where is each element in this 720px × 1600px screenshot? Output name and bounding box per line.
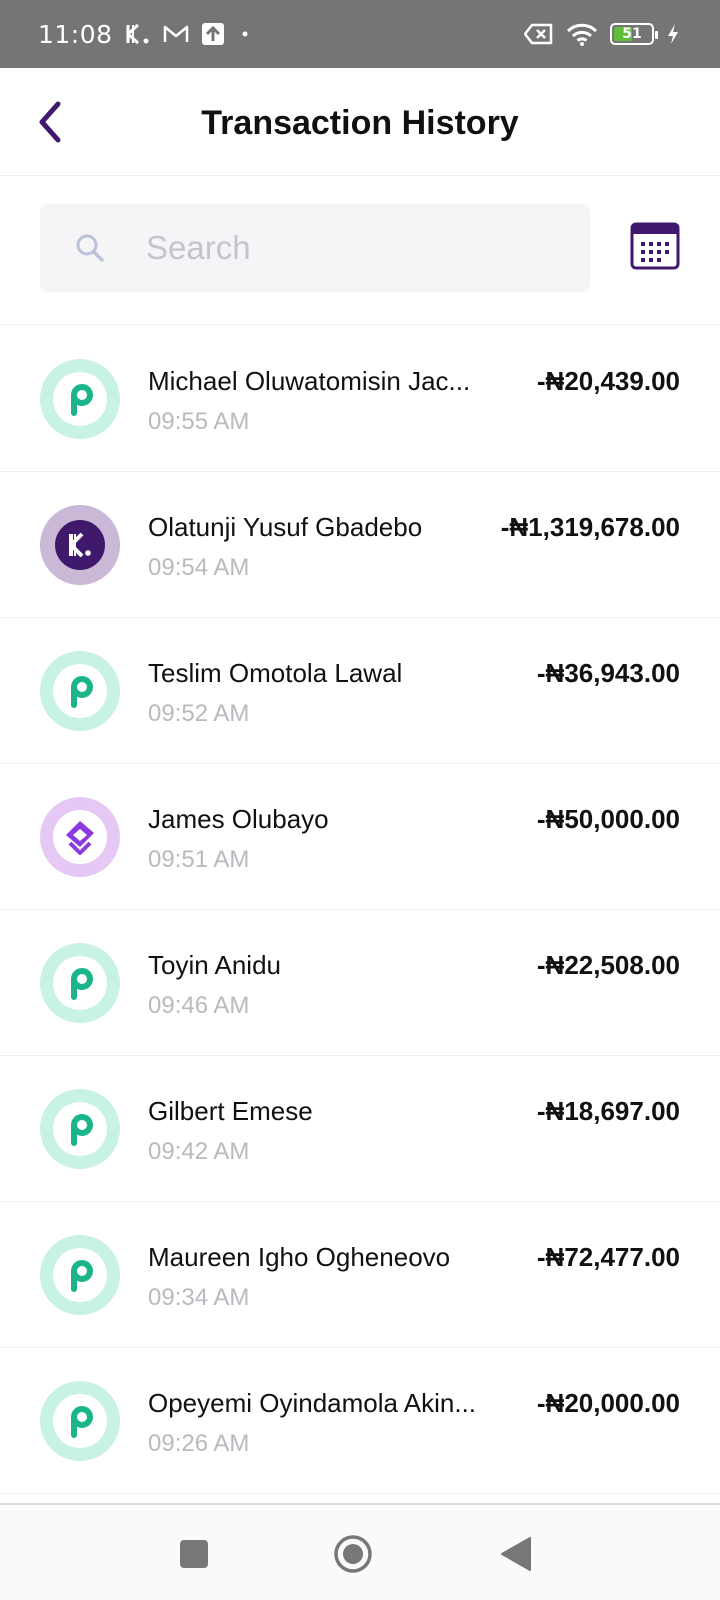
circle-icon	[334, 1535, 372, 1573]
search-input[interactable]	[146, 204, 566, 292]
transaction-time: 09:55 AM	[148, 408, 250, 435]
charging-icon	[666, 23, 680, 45]
transaction-name: Teslim Omotola Lawal	[148, 658, 403, 688]
gmail-icon	[163, 24, 189, 44]
transaction-row[interactable]: Opeyemi Oyindamola Akin... 09:26 AM -₦20,0…	[0, 1348, 720, 1494]
transaction-name: Michael Oluwatomisin Jac...	[148, 366, 471, 396]
transaction-amount: -₦36,943.00	[536, 658, 680, 688]
square-icon	[180, 1540, 208, 1568]
palmpay-logo-icon	[40, 651, 120, 731]
nav-back-button[interactable]	[493, 1531, 539, 1577]
palmpay-logo-icon	[40, 1089, 120, 1169]
transaction-amount: -₦20,439.00	[536, 366, 680, 396]
transaction-name: Toyin Anidu	[148, 950, 281, 980]
dot-icon	[237, 26, 253, 42]
status-time: 11:08	[38, 19, 113, 49]
transaction-time: 09:26 AM	[148, 1430, 250, 1457]
status-left: 11:08	[38, 0, 253, 68]
transaction-name: Opeyemi Oyindamola Akin...	[148, 1388, 477, 1418]
transaction-row[interactable]: Teslim Omotola Lawal 09:52 AM -₦36,943.00	[0, 618, 720, 764]
calendar-button[interactable]	[630, 222, 680, 270]
transaction-name: Maureen Igho Ogheneovo	[148, 1242, 451, 1272]
search-icon	[76, 234, 104, 262]
kuda-notification-icon	[125, 23, 151, 45]
navigation-bar	[0, 1503, 720, 1600]
transaction-row[interactable]: Olatunji Yusuf Gbadebo 09:54 AM -₦1,319,67…	[0, 472, 720, 618]
battery-saver-icon	[524, 23, 554, 45]
palmpay-logo-icon	[40, 1381, 120, 1461]
header: Transaction History	[0, 68, 720, 176]
transaction-amount: -₦20,000.00	[536, 1388, 680, 1418]
recents-button[interactable]	[171, 1531, 217, 1577]
transaction-name: Olatunji Yusuf Gbadebo	[148, 512, 423, 542]
transaction-time: 09:46 AM	[148, 992, 250, 1019]
transaction-row[interactable]: James Olubayo 09:51 AM -₦50,000.00	[0, 764, 720, 910]
transaction-amount: -₦50,000.00	[536, 804, 680, 834]
triangle-back-icon	[501, 1537, 531, 1571]
moniepoint-logo-icon	[40, 797, 120, 877]
transaction-amount: -₦22,508.00	[536, 950, 680, 980]
kuda-logo-icon	[40, 505, 120, 585]
palmpay-logo-icon	[40, 943, 120, 1023]
upload-icon	[201, 22, 225, 46]
transaction-time: 09:42 AM	[148, 1138, 250, 1165]
calendar-icon	[630, 222, 680, 270]
transaction-name: Gilbert Emese	[148, 1096, 313, 1126]
transaction-row[interactable]: Toyin Anidu 09:46 AM -₦22,508.00	[0, 910, 720, 1056]
page-title: Transaction History	[201, 104, 519, 142]
transaction-row[interactable]: Michael Oluwatomisin Jac... 09:55 AM -₦20,…	[0, 326, 720, 472]
transaction-amount: -₦18,697.00	[536, 1096, 680, 1126]
palmpay-logo-icon	[40, 359, 120, 439]
transaction-time: 09:34 AM	[148, 1284, 250, 1311]
wifi-icon	[566, 22, 598, 46]
status-right: 51	[524, 0, 680, 68]
palmpay-logo-icon	[40, 1235, 120, 1315]
search-row	[0, 177, 720, 325]
transaction-time: 09:52 AM	[148, 700, 250, 727]
transaction-time: 09:51 AM	[148, 846, 250, 873]
transaction-list: Michael Oluwatomisin Jac... 09:55 AM -₦20,…	[0, 326, 720, 1494]
transaction-row[interactable]: Gilbert Emese 09:42 AM -₦18,697.00	[0, 1056, 720, 1202]
transaction-amount: -₦1,319,678.00	[500, 512, 680, 542]
status-bar: 11:08 51	[0, 0, 720, 68]
transaction-row[interactable]: Maureen Igho Ogheneovo 09:34 AM -₦72,477.0…	[0, 1202, 720, 1348]
transaction-name: James Olubayo	[148, 804, 329, 834]
transaction-time: 09:54 AM	[148, 554, 250, 581]
battery-icon: 51	[610, 23, 658, 45]
battery-level: 51	[622, 26, 642, 42]
search-box[interactable]	[40, 204, 590, 292]
transaction-amount: -₦72,477.00	[536, 1242, 680, 1272]
home-button[interactable]	[330, 1531, 376, 1577]
